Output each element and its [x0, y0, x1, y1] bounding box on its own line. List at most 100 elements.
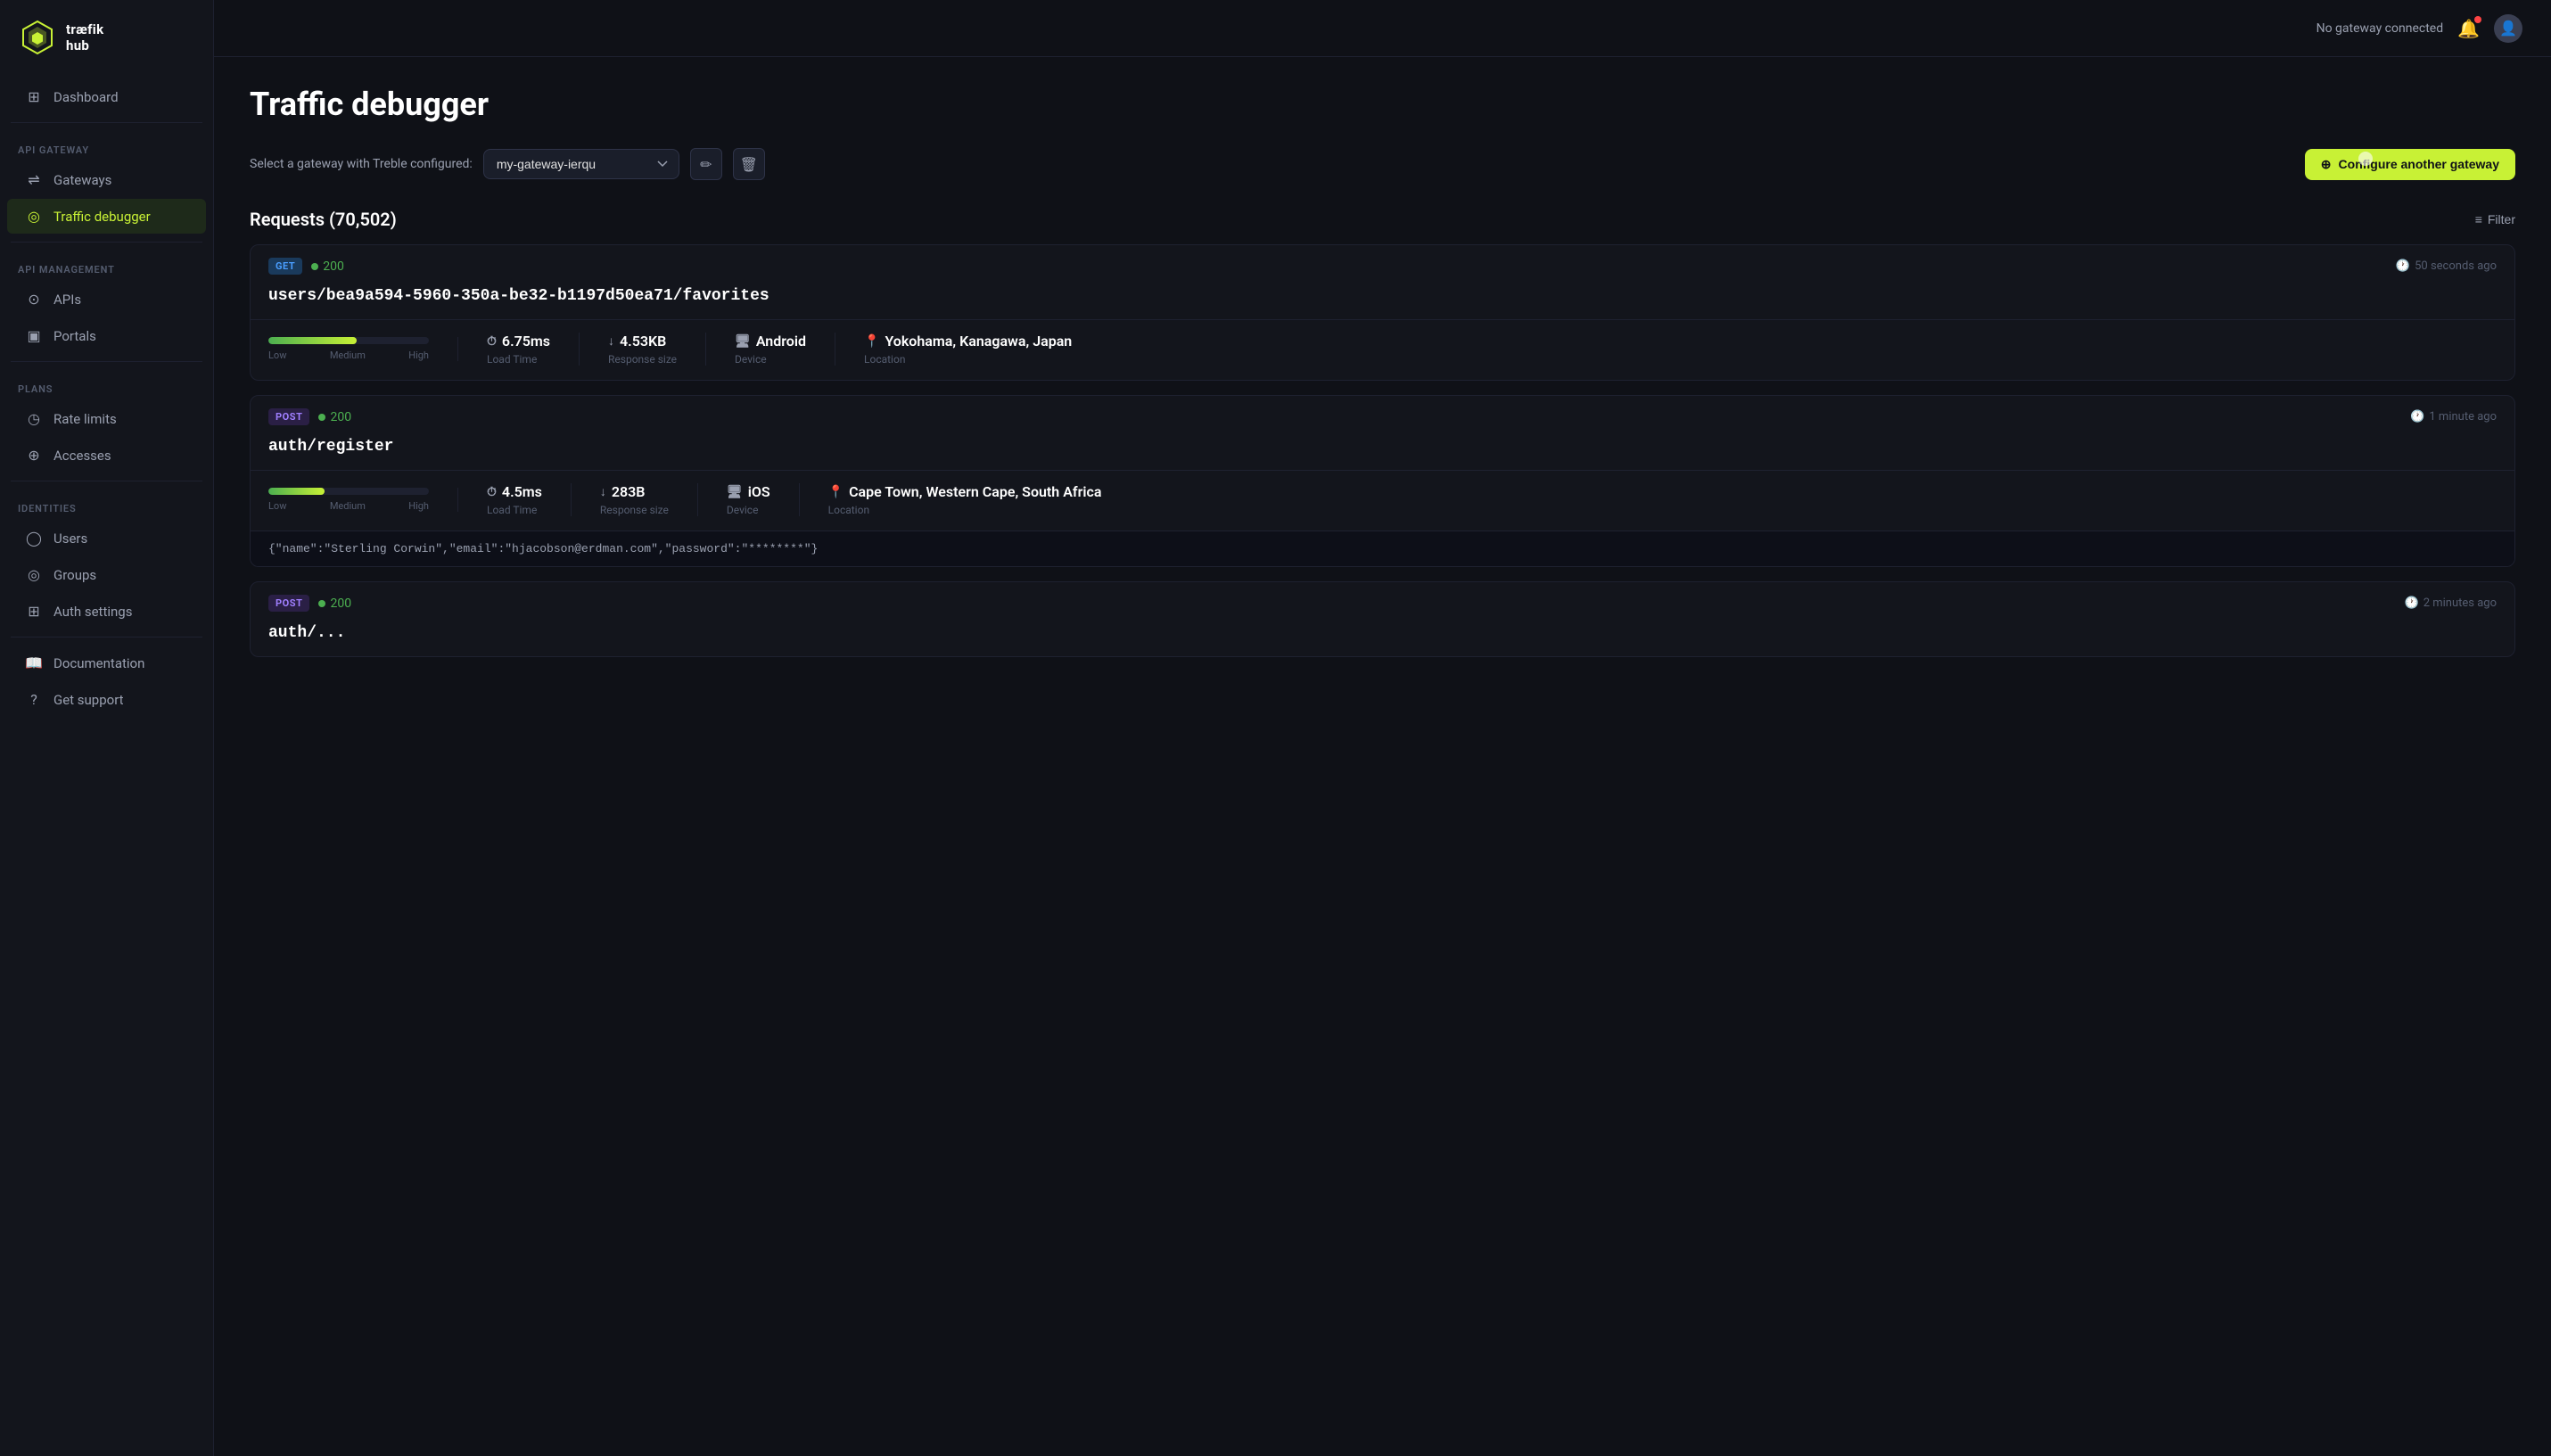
location-label: Location: [864, 353, 1072, 366]
request-card[interactable]: POST 200 🕐 2 minutes ago auth/...: [250, 581, 2515, 657]
request-card[interactable]: GET 200 🕐 50 seconds ago users/bea9a594-…: [250, 244, 2515, 381]
method-badge: GET: [268, 258, 302, 275]
apis-icon: ⊙: [25, 291, 43, 308]
topbar: No gateway connected 🔔 👤: [214, 0, 2551, 57]
status-code: 200: [323, 259, 344, 274]
device-metric: 🖥 iOS Device: [727, 483, 800, 516]
sidebar-item-traffic-debugger[interactable]: ◎ Traffic debugger: [7, 199, 206, 234]
card-metrics: Low Medium High ⏱ 4.5ms Load Time ↓ 28: [251, 470, 2514, 531]
device-label: Device: [735, 353, 806, 366]
status-indicator: 200: [318, 410, 351, 424]
sidebar-item-get-support[interactable]: ? Get support: [7, 682, 206, 717]
logo-icon: [18, 18, 57, 57]
sidebar-item-dashboard[interactable]: ⊞ Dashboard: [7, 79, 206, 114]
endpoint-path: users/bea9a594-5960-350a-be32-b1197d50ea…: [251, 284, 2514, 319]
time-ago: 🕐 1 minute ago: [2410, 410, 2497, 424]
sidebar-item-apis[interactable]: ⊙ APIs: [7, 282, 206, 317]
gateway-select[interactable]: my-gateway-ierqu: [483, 149, 679, 179]
requests-title: Requests (70,502): [250, 209, 397, 230]
status-dot: [311, 263, 318, 270]
plus-icon: ⊕: [2321, 157, 2332, 172]
endpoint-path: auth/...: [251, 621, 2514, 656]
load-time-label: Load Time: [487, 353, 550, 366]
size-icon: ↓: [600, 484, 606, 499]
card-header: POST 200 🕐 1 minute ago: [251, 396, 2514, 434]
response-size-value: ↓ 4.53KB: [608, 333, 677, 350]
response-size-value: ↓ 283B: [600, 483, 669, 500]
sidebar-item-gateways[interactable]: ⇌ Gateways: [7, 162, 206, 197]
card-header-left: POST 200: [268, 595, 351, 612]
sidebar-item-portals[interactable]: ▣ Portals: [7, 318, 206, 353]
divider-api-gateway: [11, 122, 202, 123]
load-bar-labels: Low Medium High: [268, 500, 429, 512]
logo-text: træfik hub: [66, 21, 103, 53]
response-size-metric: ↓ 4.53KB Response size: [608, 333, 706, 366]
gateway-selector-row: Select a gateway with Treble configured:…: [250, 148, 2515, 180]
method-badge: POST: [268, 595, 309, 612]
edit-icon: ✏: [700, 156, 712, 173]
edit-gateway-button[interactable]: ✏: [690, 148, 722, 180]
gateway-selector-label: Select a gateway with Treble configured:: [250, 157, 473, 171]
requests-header: Requests (70,502) ≡ Filter: [250, 209, 2515, 230]
size-icon: ↓: [608, 333, 614, 349]
section-label-identities: IDENTITIES: [0, 489, 213, 520]
time-ago: 🕐 50 seconds ago: [2396, 259, 2497, 273]
device-value: 🖥 Android: [735, 333, 806, 350]
sidebar-item-groups[interactable]: ◎ Groups: [7, 557, 206, 592]
sidebar-item-auth-settings[interactable]: ⊞ Auth settings: [7, 594, 206, 629]
load-bar-fill: [268, 337, 357, 344]
sidebar-item-rate-limits[interactable]: ◷ Rate limits: [7, 401, 206, 436]
sidebar-item-accesses[interactable]: ⊕ Accesses: [7, 438, 206, 473]
time-ago: 🕐 2 minutes ago: [2405, 596, 2498, 610]
card-header: GET 200 🕐 50 seconds ago: [251, 245, 2514, 284]
user-avatar[interactable]: 👤: [2494, 14, 2522, 43]
sidebar-item-users[interactable]: ◯ Users: [7, 521, 206, 555]
delete-gateway-button[interactable]: 🗑: [733, 148, 765, 180]
card-header-left: GET 200: [268, 258, 344, 275]
clock-icon: 🕐: [2405, 596, 2419, 610]
sidebar-item-label: Portals: [53, 328, 96, 344]
device-icon: 🖥: [735, 334, 751, 349]
portals-icon: ▣: [25, 327, 43, 344]
sidebar-item-documentation[interactable]: 📖 Documentation: [7, 646, 206, 680]
divider-bottom: [11, 637, 202, 638]
status-dot: [318, 414, 325, 421]
load-time-value: ⏱ 4.5ms: [487, 483, 542, 500]
response-size-label: Response size: [608, 353, 677, 366]
request-body-preview: {"name":"Sterling Corwin","email":"hjaco…: [251, 531, 2514, 566]
section-label-api-gateway: API GATEWAY: [0, 130, 213, 161]
documentation-icon: 📖: [25, 654, 43, 671]
device-value: 🖥 iOS: [727, 483, 770, 500]
gateways-icon: ⇌: [25, 171, 43, 188]
sidebar-item-label: Gateways: [53, 172, 111, 188]
page-title: Traffic debugger: [250, 86, 2515, 123]
response-size-metric: ↓ 283B Response size: [600, 483, 698, 516]
filter-icon: ≡: [2475, 212, 2482, 226]
card-header-left: POST 200: [268, 408, 351, 425]
method-badge: POST: [268, 408, 309, 425]
groups-icon: ◎: [25, 566, 43, 583]
sidebar-item-label: Groups: [53, 567, 96, 583]
response-size-label: Response size: [600, 504, 669, 516]
load-bar-track: [268, 337, 429, 344]
sidebar-item-label: Users: [53, 531, 87, 547]
clock-icon: 🕐: [2410, 410, 2424, 424]
card-metrics: Low Medium High ⏱ 6.75ms Load Time ↓ 4: [251, 319, 2514, 380]
load-bar-track: [268, 488, 429, 495]
status-indicator: 200: [311, 259, 344, 274]
notifications-button[interactable]: 🔔: [2457, 18, 2480, 39]
logo: træfik hub: [0, 0, 213, 78]
filter-button[interactable]: ≡ Filter: [2475, 212, 2515, 226]
load-bar: Low Medium High: [268, 488, 458, 512]
rate-limits-icon: ◷: [25, 410, 43, 427]
load-bar-labels: Low Medium High: [268, 350, 429, 361]
sidebar-item-label: Traffic debugger: [53, 209, 151, 225]
request-card[interactable]: POST 200 🕐 1 minute ago auth/register: [250, 395, 2515, 567]
sidebar-item-label: Rate limits: [53, 411, 117, 427]
accesses-icon: ⊕: [25, 447, 43, 464]
page-content: Traffic debugger Select a gateway with T…: [214, 57, 2551, 1456]
section-label-plans: PLANS: [0, 369, 213, 400]
sidebar: træfik hub ⊞ Dashboard API GATEWAY ⇌ Gat…: [0, 0, 214, 1456]
location-icon: 📍: [828, 485, 843, 499]
configure-gateway-button[interactable]: ⊕ Configure another gateway: [2305, 149, 2515, 180]
